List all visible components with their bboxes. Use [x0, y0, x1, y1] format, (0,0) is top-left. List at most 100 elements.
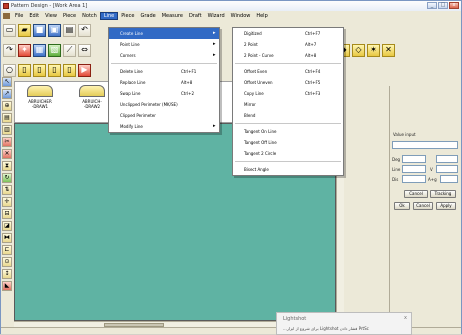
dis-field[interactable]	[402, 175, 426, 183]
menu-item-tangent-off-line[interactable]: Tangent Off Line	[233, 137, 343, 148]
menu-item-create-line[interactable]: Create Line ▸	[109, 28, 219, 39]
menu-item-delete-line[interactable]: Delete Line Ctrl+F1	[109, 66, 219, 77]
menu-item-tangent-2-circle[interactable]: Tangent 2 Circle	[233, 148, 343, 159]
menu-measure[interactable]: Measure	[159, 12, 186, 20]
menu-item-tangent-on-line[interactable]: Tangent On Line	[233, 126, 343, 137]
value-input-label: Value input	[393, 132, 416, 137]
menu-item-replace-line[interactable]: Replace Line Alt+8	[109, 77, 219, 88]
pattern-1-icon[interactable]: ▯	[18, 63, 31, 77]
redo-icon[interactable]: ↷	[3, 43, 16, 57]
pattern-3-icon[interactable]: ▯	[48, 63, 61, 77]
piece-thumbnail-1[interactable]: ABRUICHER -DRAW1	[21, 85, 59, 109]
menu-window[interactable]: Window	[228, 12, 254, 20]
new-file-icon[interactable]: ▭	[3, 23, 16, 37]
tracking-button[interactable]: Tracking	[430, 190, 456, 198]
grain-icon[interactable]: ↕	[2, 269, 12, 279]
lightshot-close-icon[interactable]: x	[404, 315, 407, 321]
minimize-button[interactable]: _	[427, 2, 437, 9]
select-icon[interactable]: ↖	[2, 77, 12, 87]
menu-notch[interactable]: Notch	[79, 12, 100, 20]
cancel-button[interactable]: Cancel	[413, 202, 433, 210]
menu-piece-2[interactable]: Piece	[118, 12, 137, 20]
flip-icon[interactable]: ⇅	[2, 185, 12, 195]
pattern-5-icon[interactable]: ▶	[78, 63, 91, 77]
aug-field[interactable]	[440, 175, 458, 183]
menu-item-bisect-angle[interactable]: Bisect Angle	[233, 164, 343, 175]
menu-item-label: Clipped Perimeter	[120, 113, 156, 118]
dart-icon[interactable]: ◣	[2, 281, 12, 291]
highlight-icon[interactable]: ✶	[367, 43, 380, 57]
menu-separator	[235, 123, 341, 124]
submenu-arrow-icon	[337, 99, 343, 110]
maximize-button[interactable]: □	[438, 2, 448, 9]
menu-item-modify-line[interactable]: Modify Line ▸	[109, 121, 219, 132]
measure-icon[interactable]: ⇔	[78, 43, 91, 57]
menu-edit[interactable]: Edit	[26, 12, 42, 20]
menu-item-unclipped-perimeter-mk-se[interactable]: Unclipped Perimeter (MK/SE)	[109, 99, 219, 110]
v-field[interactable]	[436, 165, 458, 173]
line-field[interactable]	[402, 165, 426, 173]
menu-draft[interactable]: Draft	[186, 12, 205, 20]
rule-icon[interactable]: ◇	[352, 43, 365, 57]
menu-item-offset-even[interactable]: Offset Even Ctrl+F4	[233, 66, 343, 77]
hourglass-icon[interactable]: ⧗	[2, 161, 12, 171]
menu-item-shortcut	[305, 164, 337, 175]
menu-view[interactable]: View	[42, 12, 60, 20]
pattern-2-icon[interactable]: ▯	[33, 63, 46, 77]
menu-item-swap-line[interactable]: Swap Line Ctrl+2	[109, 88, 219, 99]
cut-icon[interactable]: ✂	[2, 137, 12, 147]
save-all-icon[interactable]: ▣	[48, 23, 61, 37]
menu-piece[interactable]: Piece	[60, 12, 79, 20]
menu-item-point-line[interactable]: Point Line ▸	[109, 39, 219, 50]
ok-button[interactable]: Ok	[394, 202, 410, 210]
drill-icon[interactable]: ⊙	[2, 257, 12, 267]
piece-icon[interactable]: ▦	[33, 43, 46, 57]
menu-item-digitized[interactable]: Digitized Ctrl+F7	[233, 28, 343, 39]
zoom-icon[interactable]: ⊕	[2, 101, 12, 111]
menu-help[interactable]: Help	[253, 12, 270, 20]
circle-icon[interactable]: ○	[3, 63, 16, 77]
close-button[interactable]: x	[449, 2, 459, 9]
mirror-icon[interactable]: ⧓	[2, 233, 12, 243]
document-icon[interactable]	[3, 12, 10, 19]
deg-field[interactable]	[402, 155, 426, 163]
menu-item-copy-line[interactable]: Copy Line Ctrl+F3	[233, 88, 343, 99]
menu-item-offset-uneven[interactable]: Offset Uneven Ctrl+F5	[233, 77, 343, 88]
page-icon[interactable]: ▥	[2, 125, 12, 135]
menu-grade[interactable]: Grade	[137, 12, 158, 20]
menu-item-2-point[interactable]: 2 Point Alt+7	[233, 39, 343, 50]
ruler-icon[interactable]: ⟋	[63, 43, 76, 57]
save-icon[interactable]: ■	[33, 23, 46, 37]
apply-button[interactable]: Apply	[436, 202, 456, 210]
open-folder-icon[interactable]: ▰	[18, 23, 31, 37]
menu-file[interactable]: File	[12, 12, 26, 20]
undo-icon[interactable]: ↶	[78, 23, 91, 37]
menu-wizard[interactable]: Wizard	[205, 12, 228, 20]
value-input-field[interactable]	[392, 141, 458, 149]
split-icon[interactable]: ⊟	[2, 209, 12, 219]
menu-item-blend[interactable]: Blend	[233, 110, 343, 121]
menu-item-mirror[interactable]: Mirror	[233, 99, 343, 110]
menu-item-clipped-perimeter[interactable]: Clipped Perimeter	[109, 110, 219, 121]
menu-line[interactable]: Line	[99, 11, 119, 20]
pattern-4-icon[interactable]: ▯	[63, 63, 76, 77]
cross-icon[interactable]: ✕	[382, 43, 395, 57]
lightshot-notification[interactable]: Lightshot x ...برای شروع از ابزار Lights…	[276, 312, 412, 335]
cancel-tracking-button[interactable]: Cancel	[404, 190, 428, 198]
piece-thumbnail-2[interactable]: ABRUICH- -DRAW2	[73, 85, 111, 109]
title-bar[interactable]: Pattern Design - [Work Area 1] _ □ x	[1, 1, 461, 11]
move-icon[interactable]: ✛	[2, 197, 12, 207]
delete-icon[interactable]: ✕	[2, 149, 12, 159]
notebook-icon[interactable]: ▤	[2, 113, 12, 123]
x-field[interactable]	[436, 155, 458, 163]
rotate-icon[interactable]: ↻	[2, 173, 12, 183]
pointer-icon[interactable]: ↗	[2, 89, 12, 99]
submenu-arrow-icon	[337, 110, 343, 121]
trace-icon[interactable]: ✦	[18, 43, 31, 57]
marker-icon[interactable]: ▧	[48, 43, 61, 57]
fold-icon[interactable]: ◪	[2, 221, 12, 231]
plot-icon[interactable]: ▤	[63, 23, 76, 37]
notch-icon[interactable]: ⊏	[2, 245, 12, 255]
menu-item-2-point-curve[interactable]: 2 Point - Curve Alt+8	[233, 50, 343, 61]
menu-item-corners[interactable]: Corners ▸	[109, 50, 219, 61]
